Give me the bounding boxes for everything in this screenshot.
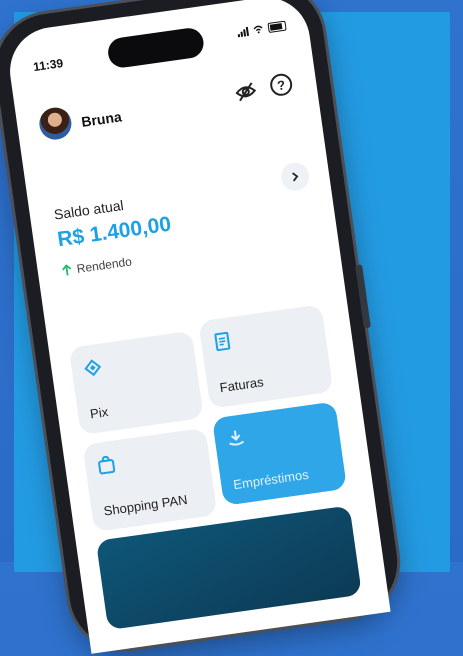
battery-icon (267, 20, 287, 33)
pix-icon (84, 359, 102, 377)
loan-icon (229, 430, 245, 446)
hide-balance-eye-icon[interactable] (233, 79, 258, 104)
balance-details-button[interactable] (279, 160, 311, 193)
arrow-up-icon (62, 264, 72, 276)
shortcut-label: Shopping PAN (102, 491, 189, 519)
invoice-icon (214, 331, 231, 352)
shortcut-label: Empréstimos (232, 466, 310, 493)
dynamic-island (106, 26, 206, 70)
shopping-bag-icon (98, 455, 116, 475)
wifi-icon (253, 25, 263, 34)
shortcut-label: Pix (89, 404, 110, 422)
shortcut-emprestimos[interactable]: Empréstimos (211, 401, 348, 506)
shortcut-label: Faturas (218, 374, 265, 396)
status-icons (237, 20, 287, 38)
shortcut-shopping-pan[interactable]: Shopping PAN (82, 427, 218, 533)
avatar[interactable] (37, 105, 74, 142)
balance-status-text: Rendendo (75, 254, 133, 276)
status-time: 11:39 (32, 55, 65, 75)
user-name: Bruna (80, 108, 123, 130)
shortcut-faturas[interactable]: Faturas (198, 304, 334, 409)
shortcut-pix[interactable]: Pix (68, 330, 204, 436)
help-icon[interactable]: ? (268, 72, 294, 98)
signal-icon (237, 26, 250, 38)
balance-label: Saldo atual (52, 196, 125, 223)
balance-status: Rendendo (61, 254, 133, 278)
chevron-right-icon (292, 172, 299, 182)
